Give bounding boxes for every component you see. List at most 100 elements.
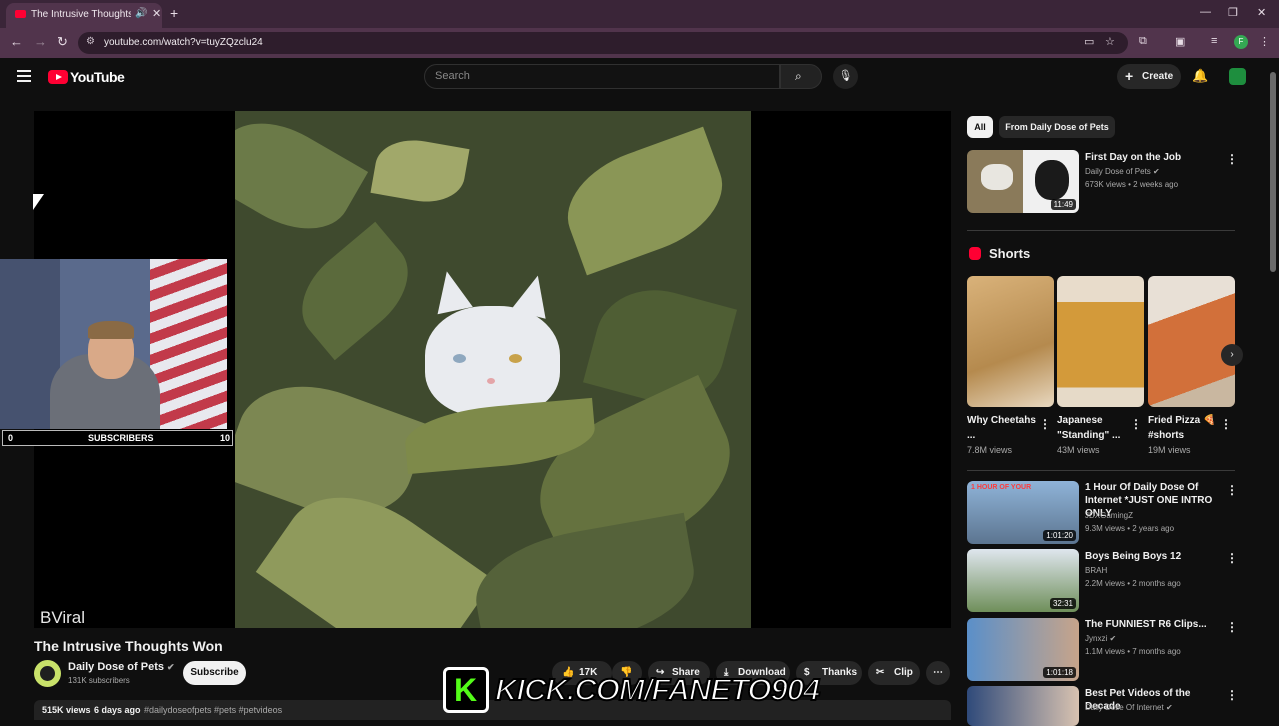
foliage xyxy=(370,133,470,209)
cat-nose xyxy=(487,378,495,384)
more-options-icon[interactable]: ⋮ xyxy=(1220,417,1232,431)
back-icon[interactable]: ← xyxy=(10,34,23,49)
more-options-icon[interactable]: ⋮ xyxy=(1130,417,1142,431)
cast-icon[interactable]: ▭ xyxy=(1084,35,1094,48)
search-placeholder: Search xyxy=(435,70,470,82)
notifications-bell-icon[interactable]: 🔔 xyxy=(1192,68,1208,84)
reload-icon[interactable]: ↻ xyxy=(57,34,68,50)
clip-button[interactable]: ✂ Clip xyxy=(868,661,920,685)
hashtags[interactable]: #dailydoseofpets #pets #petvideos xyxy=(144,705,282,715)
chip-all[interactable]: All xyxy=(967,116,993,138)
more-options-icon[interactable]: ⋮ xyxy=(1226,551,1238,565)
browser-tab[interactable]: The Intrusive Thoughts Wo 🔊 ✕ xyxy=(6,3,162,28)
verified-icon: ✔ xyxy=(1165,703,1173,712)
bookmark-star-icon[interactable]: ☆ xyxy=(1105,35,1115,48)
sidebar-video-meta: 673K views • 2 weeks ago xyxy=(1085,180,1179,189)
video-duration: 32:31 xyxy=(1049,598,1076,609)
dog-image xyxy=(1035,160,1069,200)
new-tab-button[interactable]: + xyxy=(170,5,178,21)
next-arrow-icon[interactable]: › xyxy=(1221,344,1243,366)
view-count: 515K views xyxy=(42,705,91,715)
clip-label: Clip xyxy=(894,667,913,678)
kick-stream-overlay: K KICK.COM/FANETO904 xyxy=(440,664,821,716)
short-views: 7.8M views xyxy=(967,445,1013,455)
microphone-icon[interactable]: 🎙 xyxy=(833,64,858,89)
channel-name[interactable]: Daily Dose of Pets ✔ xyxy=(68,661,175,673)
video-frame[interactable] xyxy=(235,111,751,628)
sheep-image xyxy=(981,164,1013,190)
more-options-icon[interactable]: ⋮ xyxy=(1226,688,1238,702)
browser-tab-bar: The Intrusive Thoughts Wo 🔊 ✕ + — ❐ ✕ xyxy=(0,0,1279,28)
audio-playing-icon[interactable]: 🔊 xyxy=(135,8,147,19)
short-thumbnail[interactable] xyxy=(1148,276,1235,407)
more-options-icon[interactable]: ⋮ xyxy=(1226,620,1238,634)
sidebar-video-meta: 2.2M views • 2 months ago xyxy=(1085,579,1181,588)
extensions-icon[interactable]: ⧉ xyxy=(1139,35,1147,48)
youtube-logo-icon[interactable] xyxy=(48,70,68,84)
short-views: 43M views xyxy=(1057,445,1100,455)
create-button[interactable]: + Create xyxy=(1117,64,1181,89)
page-scrollbar[interactable] xyxy=(1270,72,1276,272)
subs-goal-end: 10 xyxy=(220,433,231,443)
minimize-icon[interactable]: — xyxy=(1200,6,1211,18)
profile-avatar[interactable]: F xyxy=(1234,35,1248,49)
video-thumbnail[interactable] xyxy=(967,686,1079,726)
subscribe-button[interactable]: Subscribe xyxy=(183,661,246,685)
address-bar[interactable]: ⚙ youtube.com/watch?v=tuyZQzclu24 xyxy=(78,32,1128,54)
sidebar-video-title[interactable]: The FUNNIEST R6 Clips... xyxy=(1085,618,1215,631)
short-thumbnail[interactable] xyxy=(967,276,1054,407)
video-thumbnail[interactable]: 11:49 xyxy=(967,150,1079,213)
more-options-icon[interactable]: ⋮ xyxy=(1039,417,1051,431)
more-menu-icon[interactable]: ⋮ xyxy=(1259,35,1270,48)
cat-eye xyxy=(453,354,466,363)
video-thumbnail[interactable]: 32:31 xyxy=(967,549,1079,612)
tab-title: The Intrusive Thoughts Wo xyxy=(31,9,131,20)
upload-age: 6 days ago xyxy=(94,705,141,715)
short-title[interactable]: Fried Pizza 🍕 #shorts xyxy=(1148,413,1218,443)
flag-backdrop xyxy=(150,259,227,429)
kick-url-text: KICK.COM/FANETO904 xyxy=(494,671,821,708)
close-window-icon[interactable]: ✕ xyxy=(1257,6,1266,19)
youtube-wordmark[interactable]: YouTube xyxy=(70,69,125,85)
short-title[interactable]: Japanese "Standing" ... xyxy=(1057,413,1127,443)
more-options-icon[interactable]: ⋮ xyxy=(1226,483,1238,497)
media-controls-icon[interactable]: ≡ xyxy=(1211,35,1217,47)
close-tab-icon[interactable]: ✕ xyxy=(152,7,161,20)
subs-goal-start: 0 xyxy=(8,433,14,443)
hamburger-menu-icon[interactable] xyxy=(17,70,31,85)
video-thumbnail[interactable]: 1:01:18 xyxy=(967,618,1079,681)
search-button[interactable]: ⌕ xyxy=(780,64,822,89)
short-title[interactable]: Why Cheetahs ... xyxy=(967,413,1037,443)
short-thumbnail[interactable] xyxy=(1057,276,1144,407)
chip-from-channel[interactable]: From Daily Dose of Pets xyxy=(999,116,1115,138)
verified-icon: ✔ xyxy=(1153,167,1160,176)
video-duration: 1:01:18 xyxy=(1043,667,1076,678)
thumbnail-text: 1 HOUR OF YOUR xyxy=(971,484,1032,491)
verified-icon: ✔ xyxy=(1109,634,1117,643)
channel-avatar[interactable] xyxy=(34,660,61,687)
mouse-cursor-icon xyxy=(33,194,44,210)
video-duration: 1:01:20 xyxy=(1043,530,1076,541)
streamer-hair xyxy=(88,321,134,339)
video-title: The Intrusive Thoughts Won xyxy=(34,638,223,654)
account-avatar[interactable] xyxy=(1229,68,1246,85)
video-thumbnail[interactable]: 1 HOUR OF YOUR 1:01:20 xyxy=(967,481,1079,544)
subs-goal-label: SUBSCRIBERS xyxy=(88,433,154,443)
channel-text: Daily Dose of Pets xyxy=(1085,167,1151,176)
restore-icon[interactable]: ❐ xyxy=(1228,6,1238,19)
video-watermark: BViral xyxy=(40,608,86,627)
plus-icon: + xyxy=(1125,68,1134,84)
shorts-icon xyxy=(969,247,981,260)
sidebar-video-title[interactable]: First Day on the Job xyxy=(1085,151,1215,164)
split-view-icon[interactable]: ▣ xyxy=(1175,35,1185,48)
sidebar-video-title[interactable]: Boys Being Boys 12 xyxy=(1085,550,1215,563)
site-info-icon[interactable]: ⚙ xyxy=(86,36,95,47)
channel-text: Daily Dose Of Internet xyxy=(1085,703,1164,712)
more-actions-icon[interactable]: ⋯ xyxy=(926,661,950,685)
forward-icon[interactable]: → xyxy=(34,34,47,49)
foliage xyxy=(283,221,427,361)
more-options-icon[interactable]: ⋮ xyxy=(1226,152,1238,166)
cat-eye xyxy=(509,354,522,363)
streamer-webcam xyxy=(0,259,227,429)
search-input[interactable]: Search xyxy=(424,64,780,89)
